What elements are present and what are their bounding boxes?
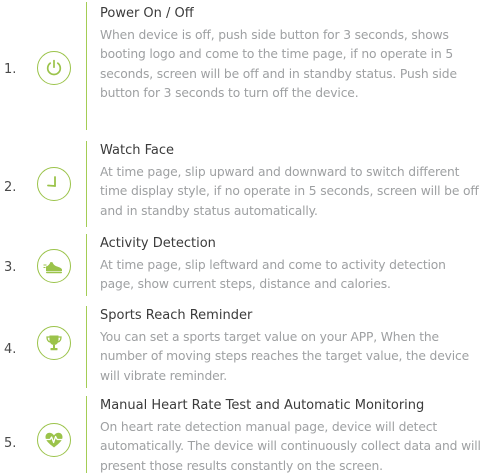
shoe-icon bbox=[37, 249, 71, 283]
section-title: Activity Detection bbox=[100, 236, 216, 251]
section-divider bbox=[86, 234, 87, 296]
section-divider bbox=[86, 396, 87, 473]
section-body: On heart rate detection manual page, dev… bbox=[100, 420, 480, 473]
power-icon bbox=[37, 51, 71, 85]
heart-rate-icon bbox=[37, 423, 71, 457]
clock-hands-icon bbox=[37, 167, 71, 201]
section-number: 4. bbox=[4, 342, 17, 357]
section-number: 2. bbox=[4, 180, 17, 195]
section-title: Power On / Off bbox=[100, 6, 194, 21]
trophy-icon bbox=[37, 326, 71, 360]
section-body: When device is off, push side button for… bbox=[100, 28, 457, 101]
section-divider bbox=[86, 2, 87, 130]
section-title: Sports Reach Reminder bbox=[100, 308, 253, 323]
section-body: At time page, slip upward and downward t… bbox=[100, 165, 479, 218]
instruction-page: 1. Power On / Off When device is off, pu… bbox=[0, 0, 480, 473]
section-body: At time page, slip leftward and come to … bbox=[100, 258, 446, 292]
section-body: You can set a sports target value on you… bbox=[100, 330, 470, 383]
section-number: 3. bbox=[4, 260, 17, 275]
section-divider bbox=[86, 141, 87, 227]
section-title: Watch Face bbox=[100, 143, 175, 158]
section-number: 1. bbox=[4, 62, 17, 77]
section-title: Manual Heart Rate Test and Automatic Mon… bbox=[100, 398, 425, 413]
section-number: 5. bbox=[4, 436, 17, 451]
section-divider bbox=[86, 306, 87, 388]
